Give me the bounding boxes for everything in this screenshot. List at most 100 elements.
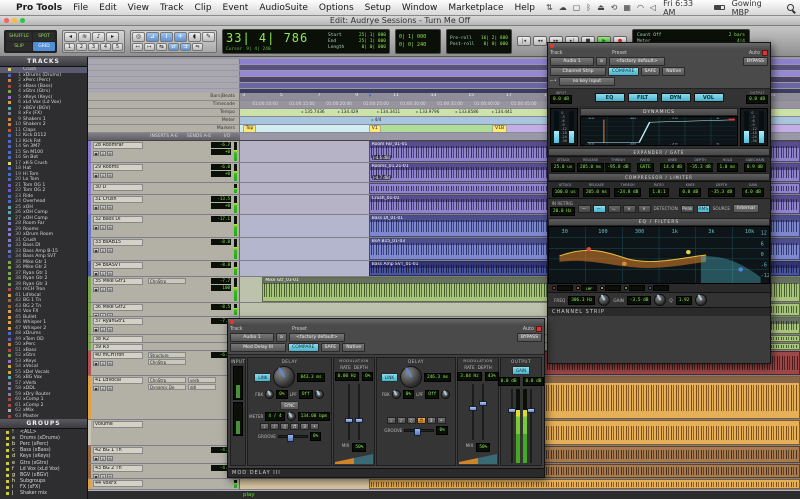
parameter-value[interactable]: 100.0 us [552,188,579,197]
mod-delay-plugin-window[interactable]: Track Preset Auto Audio 1 a <factory def… [227,318,545,478]
group-list-item[interactable]: jShaker mix [0,491,87,497]
safe-button[interactable]: SAFE [321,343,341,352]
groove-slider-right[interactable] [404,429,434,432]
track-header[interactable]: 28 RoomFar●SM-6.7+0 [88,141,240,162]
sync-icon[interactable]: ⇅ [546,3,553,12]
close-window-icon[interactable] [550,44,554,48]
parameter-value[interactable]: 25.0 us [551,163,576,172]
dynamics-graph[interactable]: -60-40-200 -60-40-200 [580,116,738,146]
eq-graph[interactable]: 301003001k3k10k1260-6-12 [548,226,770,284]
edit-window-titlebar[interactable]: Edit: Audrye Sessions - Turn Me Off [0,16,800,26]
menu-pro-tools[interactable]: Pro Tools [16,3,62,13]
mute-button[interactable]: M [107,225,113,230]
output-gain-left[interactable]: 0.0 dB [498,377,520,386]
bypass-button[interactable]: BYPASS [743,57,768,66]
record-enable-button[interactable]: ● [93,225,99,230]
record-enable-button[interactable]: ● [93,205,99,210]
processing-selector[interactable]: Native [662,67,685,76]
record-enable-button[interactable]: ● [93,151,99,156]
groove-value-right[interactable]: 0% [436,426,447,435]
record-enable-button[interactable]: ● [93,313,99,316]
dynamics-parameter[interactable]: DEPTH-35.3 dB [706,183,736,197]
grid-nudge-display[interactable]: 0| 1| 000 0| 0| 240 [395,29,441,54]
lpf-knob-left[interactable] [315,390,324,399]
track-name-plate[interactable]: 44 VoxFx [93,480,143,487]
channel-strip-plugin-window[interactable]: Track Preset Auto Audio 1 a <factory def… [547,42,771,364]
delay-time-value-right[interactable]: 246.3 ms [424,373,451,382]
solo-button[interactable]: S [100,386,106,391]
mute-button[interactable]: M [107,386,113,391]
parameter-value[interactable]: 14.0 dB [660,163,685,172]
lpf-value-right[interactable]: Off [425,390,439,399]
plugin-selector[interactable]: Channel Strip [550,67,606,76]
meter-event[interactable]: 4/4 [372,117,382,122]
output-gain-value[interactable]: 0.0 dB [746,95,768,104]
note-duration-button[interactable]: ♫ [407,417,416,424]
send-chip[interactable]: ddl [188,384,216,390]
dynamics-parameter[interactable]: ATTACK100.0 us [550,183,580,197]
record-enable-button[interactable]: ● [93,248,99,253]
link-timeline-icon[interactable]: ↦ [144,43,155,51]
mute-button[interactable]: M [107,474,113,478]
insert-chip[interactable]: ChnStrp [148,377,186,383]
volume-readout[interactable]: -13.5 [211,196,231,202]
selector-tool-icon[interactable]: I [160,32,173,42]
grabber-tool-icon[interactable]: ✛ [174,32,187,42]
peak-detection-button[interactable]: Peak [681,205,694,213]
track-name-plate[interactable]: 37 RyanGtr1 [93,318,143,325]
volume-icon[interactable]: ◁ [650,3,656,12]
track-name-plate[interactable]: volume [93,421,143,428]
delay-time-knob-right[interactable] [400,366,422,388]
volume-readout[interactable]: -6.0 [211,164,231,170]
mute-button[interactable]: M [107,456,113,461]
track-header[interactable]: 34 BsASVT●SM-8.8 [88,261,240,276]
menu-edit[interactable]: Edit [99,3,116,13]
processing-selector[interactable]: Native [342,343,365,352]
band-value[interactable] [629,285,645,291]
volume-readout[interactable]: -7.7 [211,278,231,284]
dynamics-parameter[interactable]: RATIO1.0:1 [644,183,674,197]
dynamics-parameter[interactable]: RATIOGATE [632,158,658,172]
band-value[interactable] [605,285,621,291]
battery-icon[interactable] [714,5,725,10]
menu-options[interactable]: Options [319,3,354,13]
note-duration-button[interactable]: • [310,423,319,430]
zoom-in-icon[interactable]: ▸ [106,32,119,42]
preroll-display[interactable]: Pre-roll16| 2| 880 Post-roll0| 0| 000 [446,29,512,54]
sync-button-left[interactable]: SYNC [280,401,299,410]
record-enable-button[interactable]: ● [93,361,99,366]
note-duration-button[interactable]: ♩ [260,423,269,430]
record-enable-button[interactable]: ● [93,271,99,276]
collapsed-track-header[interactable] [88,77,240,82]
compare-button[interactable]: COMPARE [608,67,639,76]
volume-readout[interactable]: -8.8 [211,239,231,245]
track-selector[interactable]: Audio 1 [550,57,594,66]
nudge-value[interactable]: 0| 0| 240 [399,42,437,48]
volume-readout[interactable]: -8.5 [211,304,231,310]
record-enable-button[interactable]: ● [93,386,99,391]
tempo-event[interactable]: 134.441 [492,109,512,114]
mix-value-left[interactable]: 50% [352,443,366,452]
sel-end-value[interactable]: 25| 1| 000 [359,39,386,44]
solo-button[interactable]: S [100,173,106,178]
track-selector[interactable]: Audio 1 [230,333,274,342]
track-name-plate[interactable]: 41 LdVocal [93,377,143,384]
count-off-value[interactable]: 2 bars [729,33,745,38]
trim-tool-icon[interactable]: ⊿ [146,32,159,42]
record-enable-button[interactable]: ● [93,327,99,332]
marker-chip[interactable]: V1 [369,125,381,132]
track-name-plate[interactable]: 40 mCHTron [93,352,143,359]
track-name-plate[interactable]: 43 BG 2 Tn [93,465,143,472]
track-name-plate[interactable]: 28 RoomFar [93,142,143,149]
tab-eq[interactable]: EQ [595,93,625,102]
track-header[interactable]: 43 BG 2 Tn●SM-4.7 [88,464,240,478]
plugin-target-icon[interactable] [536,326,542,332]
rate-value-right[interactable]: 3.04 Hz [457,372,482,381]
retrig-freq-value[interactable]: 20.0 Hz [550,207,575,216]
track-header[interactable]: 41 LdVocal●SMChnStrpDynamic Deverbddl [88,376,240,419]
insert-chip[interactable]: Structure [148,352,186,358]
bypass-button[interactable]: BYPASS [517,333,542,342]
audio-clip[interactable] [369,479,800,489]
menu-window[interactable]: Window [402,3,438,13]
compressor-section-title[interactable]: COMPRESSOR / LIMITER [548,173,770,181]
